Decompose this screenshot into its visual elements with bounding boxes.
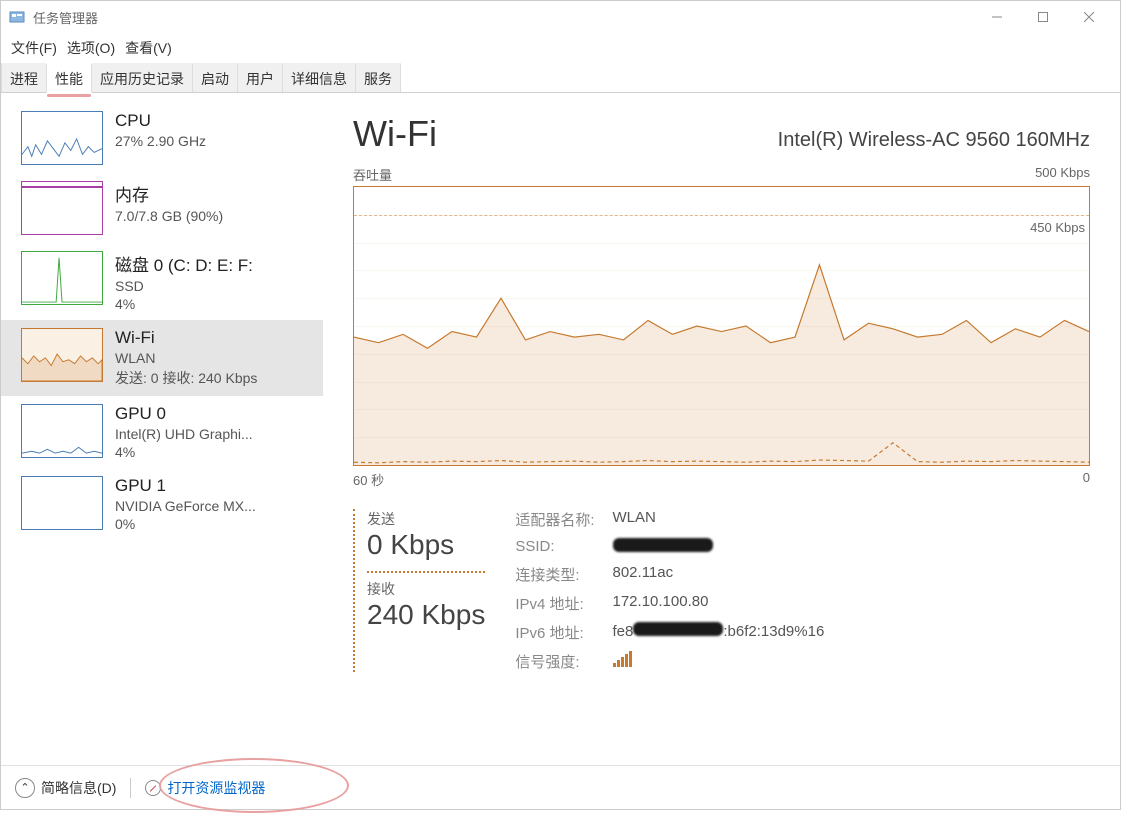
chart-label-throughput: 吞吐量 [353,165,392,184]
tab-startup[interactable]: 启动 [192,63,238,92]
wifi-thumbnail [21,328,103,382]
sidebar-gpu0-sub2: 4% [115,444,253,460]
sidebar-gpu0-sub1: Intel(R) UHD Graphi... [115,426,253,442]
sidebar-gpu0-title: GPU 0 [115,404,253,424]
signal-strength-icon [613,651,632,667]
sidebar-item-wifi[interactable]: Wi-Fi WLAN 发送: 0 接收: 240 Kbps [1,320,323,396]
gpu0-thumbnail [21,404,103,458]
sidebar-gpu1-title: GPU 1 [115,476,256,496]
prop-adapter-name-k: 适配器名称: [515,509,594,530]
stats-send-recv: 发送 0 Kbps 接收 240 Kbps [353,509,485,672]
sidebar-item-memory[interactable]: 内存 7.0/7.8 GB (90%) [1,173,323,243]
sidebar-cpu-sub: 27% 2.90 GHz [115,133,206,149]
close-button[interactable] [1066,1,1112,33]
sidebar-item-disk[interactable]: 磁盘 0 (C: D: E: F: SSD 4% [1,243,323,320]
sidebar-disk-title: 磁盘 0 (C: D: E: F: [115,251,253,276]
resource-monitor-icon [145,780,161,796]
sidebar-disk-sub2: 4% [115,296,253,312]
chevron-up-icon: ⌃ [15,778,35,798]
prop-conn-type-k: 连接类型: [515,564,594,585]
prop-ssid-k: SSID: [515,538,594,556]
prop-signal-k: 信号强度: [515,651,594,672]
tab-performance[interactable]: 性能 [46,63,92,93]
cpu-thumbnail [21,111,103,165]
prop-ipv4-k: IPv4 地址: [515,593,594,614]
tab-services[interactable]: 服务 [355,63,401,92]
sidebar-item-gpu1[interactable]: GPU 1 NVIDIA GeForce MX... 0% [1,468,323,540]
window-title: 任务管理器 [33,8,974,27]
minimize-button[interactable] [974,1,1020,33]
detail-title: Wi-Fi [353,113,437,155]
sidebar-wifi-sub2: 发送: 0 接收: 240 Kbps [115,368,257,388]
chart-label-max: 500 Kbps [1035,165,1090,184]
adapter-properties: 适配器名称: WLAN SSID: 连接类型: 802.11ac IPv4 地址… [515,509,824,672]
sidebar-item-gpu0[interactable]: GPU 0 Intel(R) UHD Graphi... 4% [1,396,323,468]
sidebar-disk-sub1: SSD [115,278,253,294]
footer-divider [130,778,131,798]
titlebar: 任务管理器 [1,1,1120,33]
disk-thumbnail [21,251,103,305]
performance-sidebar: CPU 27% 2.90 GHz 内存 7.0/7.8 GB (90%) 磁盘 … [1,93,323,765]
chart-marker-label: 450 Kbps [1030,220,1085,235]
sidebar-wifi-sub1: WLAN [115,350,257,366]
tabbar: 进程 性能 应用历史记录 启动 用户 详细信息 服务 [1,63,1120,93]
sidebar-memory-sub: 7.0/7.8 GB (90%) [115,208,223,224]
prop-signal-v [613,651,825,672]
prop-ssid-v [613,538,825,556]
prop-ipv6-k: IPv6 地址: [515,622,594,643]
redacted-ipv6 [633,622,723,636]
prop-adapter-name-v: WLAN [613,509,825,530]
fewer-details-label: 简略信息(D) [41,778,116,798]
detail-pane: Wi-Fi Intel(R) Wireless-AC 9560 160MHz 吞… [323,93,1120,765]
prop-ipv4-v: 172.10.100.80 [613,593,825,614]
menu-file[interactable]: 文件(F) [11,38,57,58]
send-label: 发送 [367,509,485,529]
recv-label: 接收 [367,579,485,599]
sidebar-cpu-title: CPU [115,111,206,131]
sidebar-wifi-title: Wi-Fi [115,328,257,348]
menu-options[interactable]: 选项(O) [67,38,115,58]
gpu1-thumbnail [21,476,103,530]
tab-details[interactable]: 详细信息 [282,63,356,92]
prop-conn-type-v: 802.11ac [613,564,825,585]
sidebar-item-cpu[interactable]: CPU 27% 2.90 GHz [1,103,323,173]
sidebar-memory-title: 内存 [115,181,223,206]
throughput-chart[interactable]: 450 Kbps [353,186,1090,466]
menubar: 文件(F) 选项(O) 查看(V) [1,33,1120,63]
redacted-ssid [613,538,713,552]
memory-thumbnail [21,181,103,235]
window-controls [974,1,1112,33]
detail-adapter-name: Intel(R) Wireless-AC 9560 160MHz [778,129,1090,152]
open-resource-monitor-label: 打开资源监视器 [167,778,265,798]
main-content: CPU 27% 2.90 GHz 内存 7.0/7.8 GB (90%) 磁盘 … [1,93,1120,765]
sidebar-gpu1-sub1: NVIDIA GeForce MX... [115,498,256,514]
send-value: 0 Kbps [367,529,485,561]
tab-app-history[interactable]: 应用历史记录 [91,63,193,92]
open-resource-monitor-link[interactable]: 打开资源监视器 [145,778,265,798]
chart-footer-right: 0 [1083,470,1090,489]
prop-ipv6-v: fe8:b6f2:13d9%16 [613,622,825,643]
footer-bar: ⌃ 简略信息(D) 打开资源监视器 [1,765,1120,809]
app-icon [9,9,25,25]
menu-view[interactable]: 查看(V) [125,38,172,58]
sidebar-gpu1-sub2: 0% [115,516,256,532]
fewer-details-button[interactable]: ⌃ 简略信息(D) [15,778,116,798]
recv-value: 240 Kbps [367,599,485,631]
chart-footer-left: 60 秒 [353,470,384,489]
tab-users[interactable]: 用户 [237,63,283,92]
maximize-button[interactable] [1020,1,1066,33]
tab-processes[interactable]: 进程 [1,63,47,92]
